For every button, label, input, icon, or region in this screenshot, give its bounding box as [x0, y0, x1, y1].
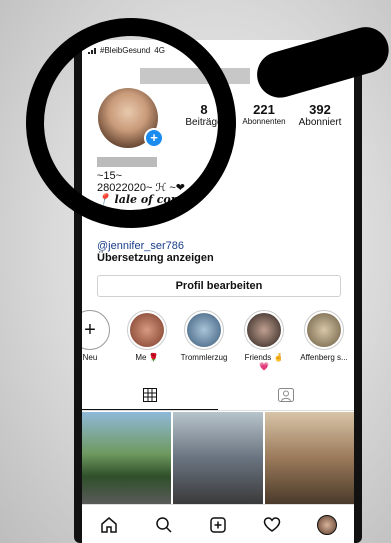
mention-link[interactable]: @jennifer_ser786	[97, 240, 347, 252]
highlight-friends[interactable]: Friends 🤞💗	[240, 310, 288, 371]
highlight-me[interactable]: Me 🌹	[123, 310, 171, 362]
plus-icon: +	[82, 313, 107, 347]
home-icon[interactable]	[97, 513, 121, 537]
highlight-new[interactable]: + Neu	[82, 310, 114, 362]
tab-tagged[interactable]	[218, 380, 354, 410]
post-thumbnail[interactable]	[82, 412, 172, 504]
add-post-icon[interactable]	[206, 513, 230, 537]
translation-link[interactable]: Übersetzung anzeigen	[97, 252, 347, 264]
post-thumbnail[interactable]	[264, 412, 354, 504]
heart-icon[interactable]	[260, 513, 284, 537]
bottom-nav	[82, 504, 354, 543]
stat-following[interactable]: 392 Abonniert	[288, 102, 352, 128]
edit-profile-button[interactable]: Profil bearbeiten	[97, 275, 341, 297]
magnifier-lens-ring	[26, 18, 236, 228]
posts-grid	[82, 412, 354, 504]
stat-followers[interactable]: 221 Abonnenten	[234, 102, 294, 126]
highlight-trommlerzug[interactable]: Trommlerzug	[180, 310, 228, 362]
profile-tabs	[82, 380, 354, 411]
search-icon[interactable]	[152, 513, 176, 537]
tagged-icon	[278, 388, 294, 402]
grid-icon	[143, 387, 157, 402]
highlight-affenberg[interactable]: Affenberg s...	[300, 310, 348, 362]
profile-avatar-icon[interactable]	[315, 513, 339, 537]
tab-grid[interactable]	[82, 380, 218, 410]
post-thumbnail[interactable]	[173, 412, 263, 504]
